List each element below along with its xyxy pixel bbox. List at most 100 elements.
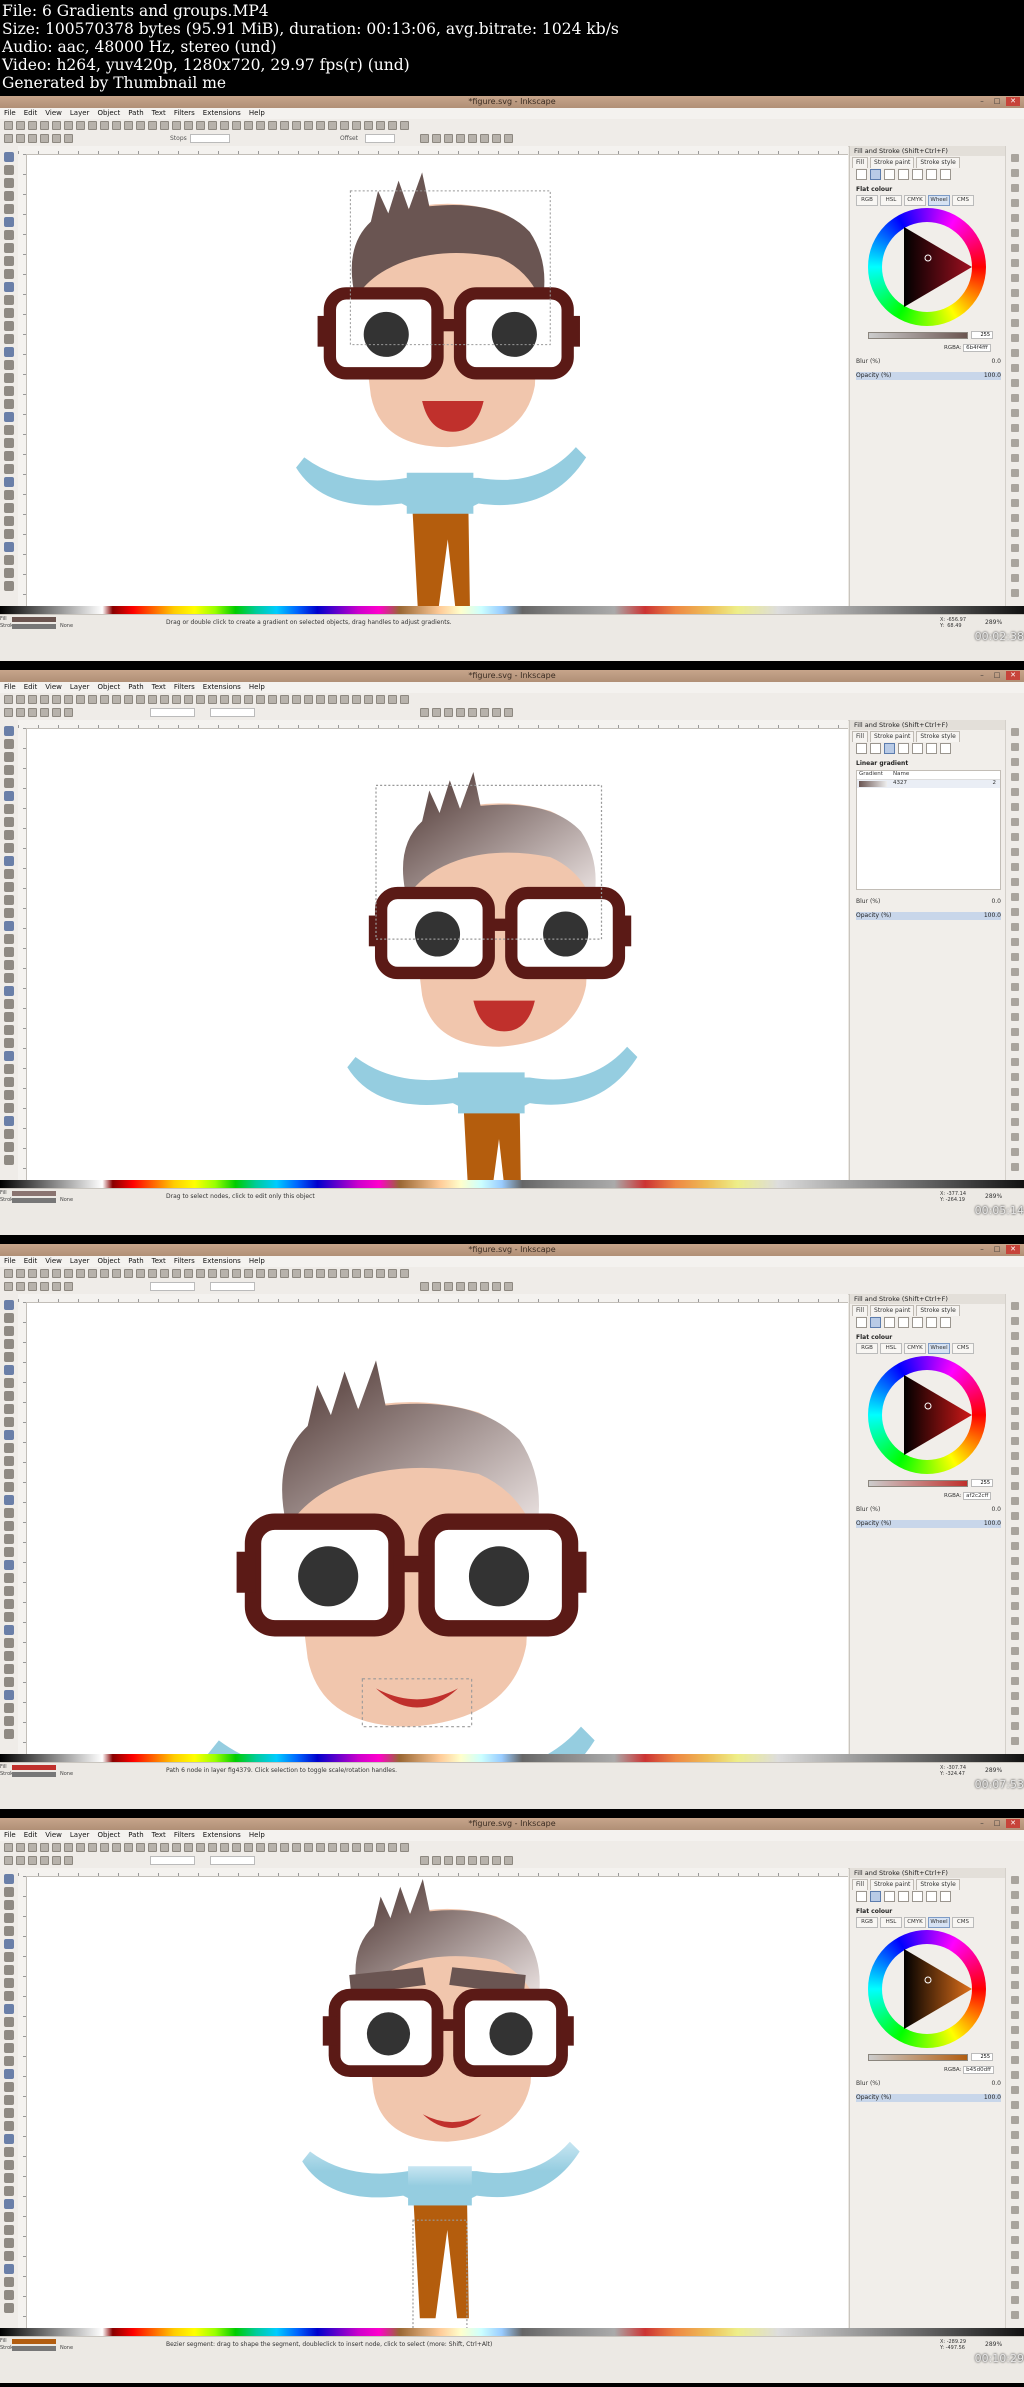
toolbar-button[interactable] xyxy=(184,121,193,130)
toolbar-button[interactable] xyxy=(52,695,61,704)
character-illustration[interactable] xyxy=(27,729,848,1180)
rgba-field[interactable]: af2c2cff xyxy=(963,1492,992,1500)
no-paint-button[interactable] xyxy=(856,743,867,754)
command-button[interactable] xyxy=(1011,2116,1019,2124)
tool-button[interactable] xyxy=(4,1142,14,1152)
toolbar-button[interactable] xyxy=(480,1282,489,1291)
tool-button[interactable] xyxy=(4,191,14,201)
tool-button[interactable] xyxy=(4,412,14,422)
toolbar-button[interactable] xyxy=(388,1843,397,1852)
tab-stroke-paint[interactable]: Stroke paint xyxy=(870,731,915,742)
toolbar-button[interactable] xyxy=(136,121,145,130)
toolbar-button[interactable] xyxy=(468,134,477,143)
toolbar-button[interactable] xyxy=(148,695,157,704)
toolbar-button[interactable] xyxy=(196,695,205,704)
toolbar-button[interactable] xyxy=(244,695,253,704)
stroke-swatch[interactable] xyxy=(12,1198,56,1203)
tool-button[interactable] xyxy=(4,1495,14,1505)
toolbar-button[interactable] xyxy=(28,1282,37,1291)
maximize-button[interactable]: □ xyxy=(990,1819,1004,1828)
menu-file[interactable]: File xyxy=(0,682,20,693)
tool-button[interactable] xyxy=(4,542,14,552)
toolbar-button[interactable] xyxy=(28,134,37,143)
command-button[interactable] xyxy=(1011,1647,1019,1655)
tool-button[interactable] xyxy=(4,1025,14,1035)
command-button[interactable] xyxy=(1011,499,1019,507)
mode-cmyk[interactable]: CMYK xyxy=(904,195,926,206)
command-button[interactable] xyxy=(1011,1876,1019,1884)
toolbar-button[interactable] xyxy=(292,1269,301,1278)
menu-path[interactable]: Path xyxy=(124,1256,147,1267)
tool-button[interactable] xyxy=(4,360,14,370)
radial-gradient-button[interactable] xyxy=(898,169,909,180)
menu-layer[interactable]: Layer xyxy=(66,108,94,119)
tool-button[interactable] xyxy=(4,791,14,801)
menu-text[interactable]: Text xyxy=(148,1830,170,1841)
toolbar-button[interactable] xyxy=(148,1843,157,1852)
tool-button[interactable] xyxy=(4,1443,14,1453)
alpha-slider[interactable] xyxy=(868,2054,968,2061)
toolbar-button[interactable] xyxy=(112,695,121,704)
toolbar-button[interactable] xyxy=(232,1843,241,1852)
command-button[interactable] xyxy=(1011,319,1019,327)
tool-button[interactable] xyxy=(4,2108,14,2118)
toolbar-button[interactable] xyxy=(340,121,349,130)
command-button[interactable] xyxy=(1011,998,1019,1006)
mode-cms[interactable]: CMS xyxy=(952,1917,974,1928)
menu-extensions[interactable]: Extensions xyxy=(199,1830,245,1841)
toolbar-button[interactable] xyxy=(88,1843,97,1852)
mode-hsl[interactable]: HSL xyxy=(880,1917,902,1928)
tool-button[interactable] xyxy=(4,516,14,526)
toolbar-button[interactable] xyxy=(376,1843,385,1852)
menu-file[interactable]: File xyxy=(0,108,20,119)
menu-edit[interactable]: Edit xyxy=(20,108,42,119)
command-button[interactable] xyxy=(1011,1058,1019,1066)
toolbar-button[interactable] xyxy=(364,695,373,704)
tool-button[interactable] xyxy=(4,295,14,305)
toolbar-button[interactable] xyxy=(244,121,253,130)
command-button[interactable] xyxy=(1011,1347,1019,1355)
gradient-row[interactable]: 4327 2 xyxy=(857,780,1000,788)
toolbar-button[interactable] xyxy=(364,121,373,130)
tool-button[interactable] xyxy=(4,1729,14,1739)
toolbar-button[interactable] xyxy=(420,134,429,143)
toolbar-button[interactable] xyxy=(16,1843,25,1852)
tool-button[interactable] xyxy=(4,2186,14,2196)
toolbar-button[interactable] xyxy=(292,1843,301,1852)
command-button[interactable] xyxy=(1011,938,1019,946)
radial-gradient-button[interactable] xyxy=(898,1317,909,1328)
tool-button[interactable] xyxy=(4,477,14,487)
command-button[interactable] xyxy=(1011,484,1019,492)
toolbar-button[interactable] xyxy=(40,1843,49,1852)
toolbar-button[interactable] xyxy=(40,121,49,130)
unset-button[interactable] xyxy=(940,169,951,180)
toolbar-button[interactable] xyxy=(328,121,337,130)
tool-button[interactable] xyxy=(4,1534,14,1544)
stroke-swatch[interactable] xyxy=(12,1772,56,1777)
command-button[interactable] xyxy=(1011,1118,1019,1126)
tool-button[interactable] xyxy=(4,2160,14,2170)
colour-wheel[interactable] xyxy=(868,1930,986,2048)
toolbar-button[interactable] xyxy=(232,695,241,704)
toolbar-button[interactable] xyxy=(480,134,489,143)
tool-button[interactable] xyxy=(4,1038,14,1048)
tool-button[interactable] xyxy=(4,503,14,513)
fill-swatch[interactable] xyxy=(12,1191,56,1196)
tool-button[interactable] xyxy=(4,243,14,253)
toolbar-button[interactable] xyxy=(268,1269,277,1278)
stroke-swatch[interactable] xyxy=(12,624,56,629)
toolbar-button[interactable] xyxy=(268,121,277,130)
alpha-value[interactable]: 255 xyxy=(971,2053,993,2061)
toolbar-button[interactable] xyxy=(148,121,157,130)
toolbar-button[interactable] xyxy=(172,1843,181,1852)
toolbar-button[interactable] xyxy=(172,1269,181,1278)
toolbar-button[interactable] xyxy=(432,134,441,143)
toolbar-button[interactable] xyxy=(52,1269,61,1278)
tool-button[interactable] xyxy=(4,895,14,905)
tool-button[interactable] xyxy=(4,451,14,461)
toolbar-button[interactable] xyxy=(400,1269,409,1278)
unset-button[interactable] xyxy=(940,1891,951,1902)
toolbar-button[interactable] xyxy=(28,1843,37,1852)
command-button[interactable] xyxy=(1011,1422,1019,1430)
command-button[interactable] xyxy=(1011,2296,1019,2304)
